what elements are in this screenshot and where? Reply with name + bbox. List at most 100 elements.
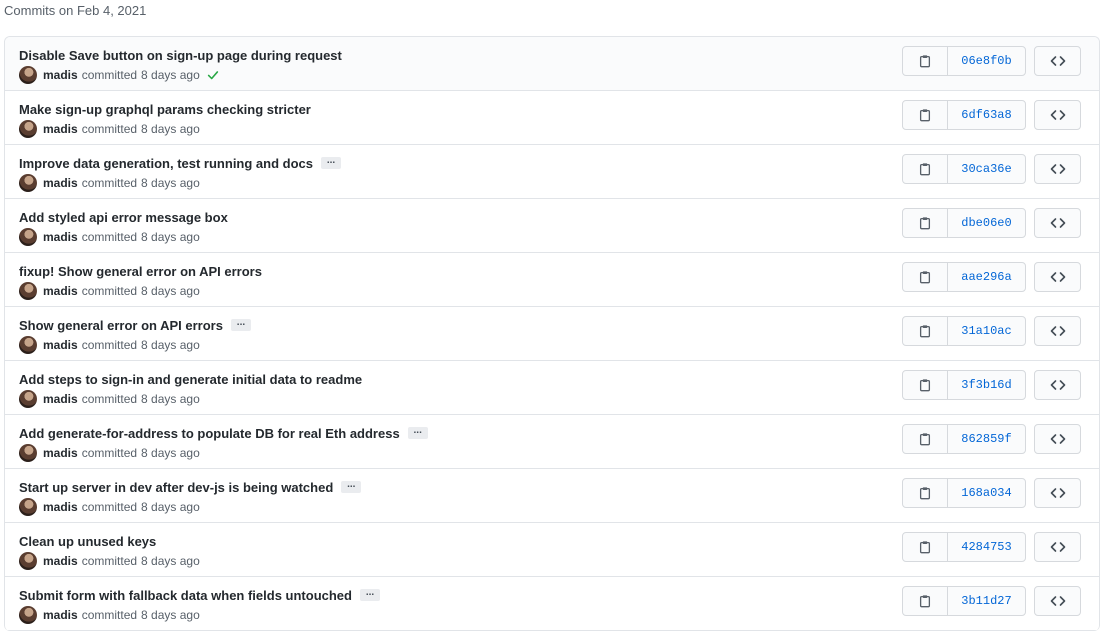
sha-button-group: 168a034 bbox=[902, 478, 1026, 508]
commit-title-link[interactable]: fixup! Show general error on API errors bbox=[19, 264, 262, 279]
commit-author-link[interactable]: madis bbox=[43, 122, 78, 136]
commit-relative-time: 8 days ago bbox=[141, 284, 200, 298]
commit-row: Clean up unused keys madis committed 8 d… bbox=[5, 523, 1099, 577]
copy-sha-button[interactable] bbox=[903, 533, 948, 561]
check-icon[interactable] bbox=[206, 68, 220, 82]
commit-title-link[interactable]: Clean up unused keys bbox=[19, 534, 156, 549]
commit-title-link[interactable]: Add styled api error message box bbox=[19, 210, 228, 225]
expand-commit-message-button[interactable]: ... bbox=[321, 156, 341, 169]
copy-sha-button[interactable] bbox=[903, 47, 948, 75]
author-avatar[interactable] bbox=[19, 552, 37, 570]
commit-verb: committed bbox=[81, 338, 138, 352]
code-icon bbox=[1050, 164, 1065, 174]
commit-sha-link[interactable]: 168a034 bbox=[948, 479, 1025, 507]
browse-repository-button[interactable] bbox=[1034, 208, 1081, 238]
expand-commit-message-button[interactable]: ... bbox=[407, 426, 428, 439]
copy-sha-button[interactable] bbox=[903, 155, 948, 183]
commit-author-link[interactable]: madis bbox=[43, 176, 78, 190]
commit-verb: committed bbox=[81, 500, 138, 514]
sha-button-group: 31a10ac bbox=[902, 316, 1026, 346]
commit-title-link[interactable]: Add steps to sign-in and generate initia… bbox=[19, 372, 362, 387]
commit-sha-link[interactable]: dbe06e0 bbox=[948, 209, 1025, 237]
author-avatar[interactable] bbox=[19, 390, 37, 408]
commit-sha-link[interactable]: 862859f bbox=[948, 425, 1025, 453]
author-avatar[interactable] bbox=[19, 444, 37, 462]
commit-row: Start up server in dev after dev-js is b… bbox=[5, 469, 1099, 523]
commit-author-link[interactable]: madis bbox=[43, 68, 78, 82]
clipboard-icon bbox=[919, 595, 931, 608]
browse-repository-button[interactable] bbox=[1034, 154, 1081, 184]
copy-sha-button[interactable] bbox=[903, 263, 948, 291]
copy-sha-button[interactable] bbox=[903, 317, 948, 345]
author-avatar[interactable] bbox=[19, 336, 37, 354]
author-avatar[interactable] bbox=[19, 498, 37, 516]
author-avatar[interactable] bbox=[19, 66, 37, 84]
commit-title-link[interactable]: Submit form with fallback data when fiel… bbox=[19, 588, 352, 603]
commit-sha-link[interactable]: 4284753 bbox=[948, 533, 1025, 561]
commits-page: Commits on Feb 4, 2021 Disable Save butt… bbox=[0, 0, 1100, 640]
commit-author-link[interactable]: madis bbox=[43, 392, 78, 406]
copy-sha-button[interactable] bbox=[903, 371, 948, 399]
commit-relative-time: 8 days ago bbox=[141, 446, 200, 460]
browse-repository-button[interactable] bbox=[1034, 478, 1081, 508]
author-avatar[interactable] bbox=[19, 282, 37, 300]
author-avatar[interactable] bbox=[19, 120, 37, 138]
clipboard-icon bbox=[919, 487, 931, 500]
code-icon bbox=[1050, 272, 1065, 282]
author-avatar[interactable] bbox=[19, 174, 37, 192]
commit-sha-link[interactable]: 3f3b16d bbox=[948, 371, 1025, 399]
sha-button-group: 4284753 bbox=[902, 532, 1026, 562]
browse-repository-button[interactable] bbox=[1034, 424, 1081, 454]
sha-button-group: 30ca36e bbox=[902, 154, 1026, 184]
commit-author-link[interactable]: madis bbox=[43, 230, 78, 244]
author-avatar[interactable] bbox=[19, 606, 37, 624]
commit-title-line: Clean up unused keys bbox=[19, 532, 156, 550]
browse-repository-button[interactable] bbox=[1034, 370, 1081, 400]
commit-author-link[interactable]: madis bbox=[43, 446, 78, 460]
commit-title-link[interactable]: Start up server in dev after dev-js is b… bbox=[19, 480, 333, 495]
browse-repository-button[interactable] bbox=[1034, 262, 1081, 292]
copy-sha-button[interactable] bbox=[903, 587, 948, 615]
copy-sha-button[interactable] bbox=[903, 425, 948, 453]
commit-meta: madis committed 8 days ago bbox=[19, 390, 200, 408]
browse-repository-button[interactable] bbox=[1034, 100, 1081, 130]
expand-commit-message-button[interactable]: ... bbox=[341, 480, 362, 493]
copy-sha-button[interactable] bbox=[903, 479, 948, 507]
commit-sha-link[interactable]: aae296a bbox=[948, 263, 1025, 291]
commit-author-link[interactable]: madis bbox=[43, 554, 78, 568]
copy-sha-button[interactable] bbox=[903, 209, 948, 237]
commit-title-link[interactable]: Show general error on API errors bbox=[19, 318, 223, 333]
browse-repository-button[interactable] bbox=[1034, 316, 1081, 346]
expand-commit-message-button[interactable]: ... bbox=[359, 588, 380, 601]
sha-button-group: dbe06e0 bbox=[902, 208, 1026, 238]
commit-author-link[interactable]: madis bbox=[43, 284, 78, 298]
commit-sha-link[interactable]: 6df63a8 bbox=[948, 101, 1025, 129]
clipboard-icon bbox=[919, 217, 931, 230]
clipboard-icon bbox=[919, 109, 931, 122]
commit-author-link[interactable]: madis bbox=[43, 608, 78, 622]
commit-sha-link[interactable]: 30ca36e bbox=[948, 155, 1025, 183]
commit-sha-link[interactable]: 3b11d27 bbox=[948, 587, 1025, 615]
commit-author-link[interactable]: madis bbox=[43, 338, 78, 352]
commit-relative-time: 8 days ago bbox=[141, 554, 200, 568]
commit-title-link[interactable]: Improve data generation, test running an… bbox=[19, 156, 313, 171]
author-avatar[interactable] bbox=[19, 228, 37, 246]
commit-sha-link[interactable]: 06e8f0b bbox=[948, 47, 1025, 75]
commit-title-link[interactable]: Make sign-up graphql params checking str… bbox=[19, 102, 311, 117]
browse-repository-button[interactable] bbox=[1034, 532, 1081, 562]
commit-author-link[interactable]: madis bbox=[43, 500, 78, 514]
sha-button-group: 862859f bbox=[902, 424, 1026, 454]
clipboard-icon bbox=[919, 541, 931, 554]
commit-sha-link[interactable]: 31a10ac bbox=[948, 317, 1025, 345]
expand-commit-message-button[interactable]: ... bbox=[230, 318, 251, 331]
code-icon bbox=[1050, 596, 1065, 606]
commit-meta: madis committed 8 days ago bbox=[19, 498, 200, 516]
commit-title-link[interactable]: Disable Save button on sign-up page duri… bbox=[19, 48, 342, 63]
browse-repository-button[interactable] bbox=[1034, 46, 1081, 76]
copy-sha-button[interactable] bbox=[903, 101, 948, 129]
commit-group-date-heading: Commits on Feb 4, 2021 bbox=[4, 3, 147, 18]
commit-meta: madis committed 8 days ago bbox=[19, 282, 200, 300]
commit-title-link[interactable]: Add generate-for-address to populate DB … bbox=[19, 426, 400, 441]
browse-repository-button[interactable] bbox=[1034, 586, 1081, 616]
commit-title-line: Add steps to sign-in and generate initia… bbox=[19, 370, 362, 388]
